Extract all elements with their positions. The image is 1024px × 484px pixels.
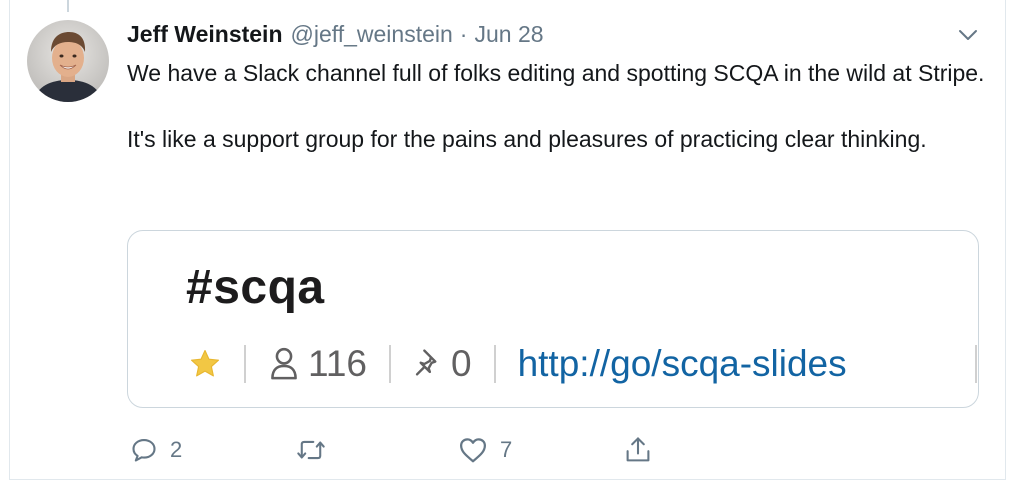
member-count: 116: [308, 343, 367, 384]
avatar[interactable]: [27, 20, 109, 102]
meta-divider: [389, 345, 391, 383]
author-handle[interactable]: @jeff_weinstein: [291, 21, 453, 48]
like-button[interactable]: 7: [458, 432, 512, 468]
pin-count: 0: [451, 343, 472, 384]
share-button[interactable]: [624, 432, 652, 468]
tweet-actions: 2 7: [0, 432, 1024, 472]
meta-divider: [493, 345, 496, 383]
reply-count: 2: [170, 437, 183, 462]
share-icon: [624, 435, 652, 465]
like-count: 7: [500, 437, 513, 462]
header-separator: ·: [459, 21, 468, 47]
channel-topic-link[interactable]: http://go/scqa-slides: [518, 343, 847, 385]
channel-name: #scqa: [186, 261, 325, 314]
author-name[interactable]: Jeff Weinstein: [127, 21, 283, 48]
meta-divider: [244, 345, 246, 383]
star-icon: [188, 347, 222, 381]
retweet-icon: [296, 436, 326, 464]
person-icon: [268, 346, 300, 382]
reply-button[interactable]: 2: [130, 432, 182, 468]
pin-icon: [413, 347, 443, 381]
retweet-button[interactable]: [296, 432, 338, 468]
channel-meta: 116 0 http://go/scqa-slides: [188, 339, 847, 389]
tweet-paragraph: We have a Slack channel full of folks ed…: [127, 60, 985, 86]
tweet-header: Jeff Weinstein @jeff_weinstein · Jun 28: [127, 21, 544, 49]
chevron-down-icon[interactable]: [957, 26, 979, 44]
thread-connector-line: [67, 0, 69, 12]
reply-bubble-icon: [130, 436, 158, 464]
avatar-image: [27, 20, 109, 102]
meta-divider: [975, 345, 977, 383]
heart-icon: [458, 436, 488, 464]
tweet-date[interactable]: Jun 28: [474, 21, 543, 48]
tweet-text: We have a Slack channel full of folks ed…: [127, 57, 997, 156]
media-card[interactable]: #scqa 116 0 http://go/scqa-slides: [127, 230, 979, 408]
tweet-paragraph: It's like a support group for the pains …: [127, 126, 927, 152]
